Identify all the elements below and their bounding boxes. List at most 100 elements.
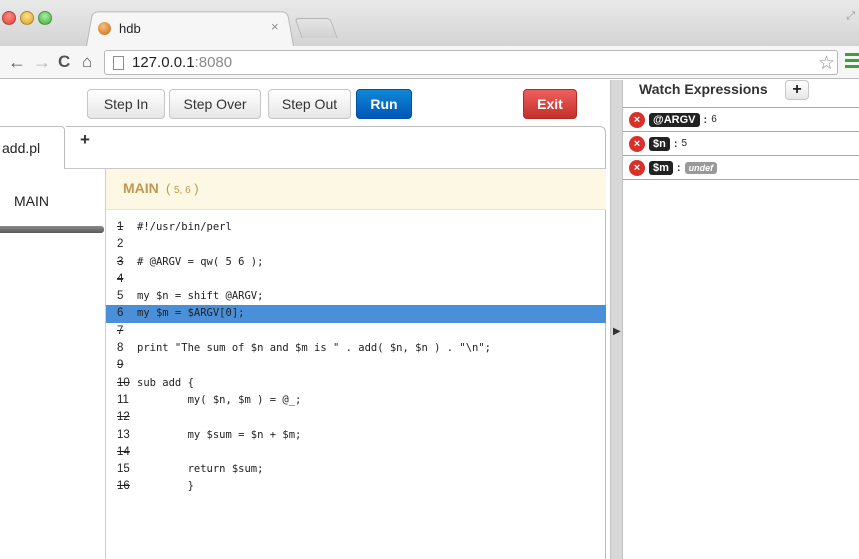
code-panel: MAIN ( 5, 6 ) 1 #!/usr/bin/perl 2 3 # @ARGV … (106, 169, 606, 559)
source-code: 1 #!/usr/bin/perl 2 3 # @ARGV = qw( 5 6 ); 4 5… (106, 219, 606, 496)
code-line[interactable]: 9 (106, 357, 606, 374)
step-in-button[interactable]: Step In (87, 89, 165, 119)
line-text: my $n = shift @ARGV; (137, 290, 264, 303)
exit-button[interactable]: Exit (523, 89, 577, 119)
stack-frame-main[interactable]: MAIN (14, 193, 49, 209)
stack-selection-bar (0, 226, 104, 233)
watch-panel: Watch Expressions + × @ARGV:6 × $n:5 × $m: und… (623, 80, 859, 559)
watch-expression-value: 6 (711, 114, 717, 125)
minimize-window-button[interactable] (20, 11, 34, 25)
watch-row: × $m: undef (623, 155, 859, 179)
code-line[interactable]: 11 my( $n, $m ) = @_; (106, 392, 606, 409)
watch-row: × $n:5 (623, 131, 859, 155)
chevron-right-icon[interactable]: ▶ (613, 326, 621, 337)
panel-splitter[interactable]: ▶ (610, 80, 623, 559)
code-line[interactable]: 8 print "The sum of $n and $m is " . add(… (106, 340, 606, 357)
line-number: 7 (117, 324, 124, 337)
arrow-left-icon[interactable]: ← (8, 50, 26, 74)
new-tab-button[interactable] (294, 18, 338, 38)
code-line[interactable]: 16 } (106, 478, 606, 495)
line-text: print "The sum of $n and $m is " . add( … (137, 342, 492, 355)
line-text: my $m = $ARGV[0]; (137, 307, 245, 320)
line-text: my $sum = $n + $m; (137, 428, 302, 441)
file-tabs-frame (66, 126, 606, 169)
file-tabs: add.pl + (0, 126, 606, 169)
remove-circle-icon[interactable]: × (629, 135, 645, 152)
page-icon (113, 55, 124, 70)
watch-expression-name: $m (649, 160, 673, 175)
url-host: 127.0.0.1 (132, 54, 195, 71)
watch-expression-name: @ARGV (649, 112, 700, 127)
code-line[interactable]: 7 (106, 323, 606, 340)
line-number: 10 (117, 376, 130, 389)
browser-toolbar: ← → C ⌂ 127.0.0.1:8080 ☆ (0, 46, 859, 79)
code-line[interactable]: 14 (106, 444, 606, 461)
hdb-app: Step In Step Over Step Out Run Exit add.… (0, 80, 859, 559)
watch-list-end (623, 179, 859, 180)
watch-title: Watch Expressions (639, 81, 768, 97)
frame-args-open: ( (166, 181, 171, 196)
line-text: # @ARGV = qw( 5 6 ); (137, 255, 264, 268)
code-line[interactable]: 4 (106, 271, 606, 288)
url-port: :8080 (194, 54, 233, 71)
watch-expression-value: 5 (681, 138, 688, 149)
favicon-icon (98, 21, 111, 35)
hamburger-icon[interactable] (845, 53, 859, 71)
add-watch-button[interactable]: + (785, 80, 809, 100)
frame-header: MAIN ( 5, 6 ) (106, 169, 606, 210)
add-file-tab-icon[interactable]: + (80, 130, 90, 150)
tab-close-icon[interactable]: × (271, 19, 279, 34)
line-text: sub add { (137, 376, 194, 389)
star-icon[interactable]: ☆ (818, 52, 835, 75)
line-text: return $sum; (137, 463, 264, 476)
line-text: #!/usr/bin/perl (137, 221, 232, 233)
file-tab-add-pl[interactable]: add.pl (0, 126, 65, 169)
browser-titlebar: hdb × ⤢ (0, 0, 859, 47)
line-number: 4 (117, 272, 124, 285)
remove-circle-icon[interactable]: × (629, 159, 645, 176)
watch-expression-value: undef (684, 161, 718, 174)
code-line[interactable]: 2 (106, 236, 606, 253)
browser-tab-content: hdb (98, 18, 288, 38)
code-line[interactable]: 10 sub add { (106, 375, 606, 392)
line-number[interactable]: 11 (117, 392, 137, 409)
fullscreen-icon[interactable]: ⤢ (846, 10, 855, 23)
watch-expression-name: $n (649, 136, 670, 151)
run-button[interactable]: Run (356, 89, 412, 119)
reload-icon[interactable]: C (58, 50, 70, 74)
watch-separator: : (676, 161, 681, 174)
frame-args-values: 5, 6 (173, 185, 191, 196)
line-number[interactable]: 5 (117, 288, 137, 305)
line-number[interactable]: 2 (117, 236, 137, 253)
code-line[interactable]: 3 # @ARGV = qw( 5 6 ); (106, 254, 606, 271)
browser-tab-title: hdb (119, 20, 141, 36)
line-text: } (137, 480, 194, 493)
line-number[interactable]: 13 (117, 427, 137, 444)
code-line[interactable]: 12 (106, 409, 606, 426)
line-number: 1 (117, 221, 124, 233)
line-number: 9 (117, 359, 124, 372)
line-number[interactable]: 8 (117, 340, 137, 357)
line-text: my( $n, $m ) = @_; (137, 393, 302, 406)
line-number[interactable]: 15 (117, 461, 137, 478)
current-code-line[interactable]: 6 my $m = $ARGV[0]; (106, 305, 606, 323)
close-window-button[interactable] (2, 11, 16, 25)
step-over-button[interactable]: Step Over (169, 89, 261, 119)
code-line[interactable]: 1 #!/usr/bin/perl (106, 219, 606, 236)
line-number[interactable]: 6 (117, 305, 137, 322)
remove-circle-icon[interactable]: × (629, 111, 645, 128)
code-line[interactable]: 5 my $n = shift @ARGV; (106, 288, 606, 305)
stack-panel: MAIN (0, 169, 106, 559)
arrow-right-icon[interactable]: → (33, 50, 51, 74)
address-bar[interactable]: 127.0.0.1:8080 ☆ (104, 50, 838, 75)
code-line[interactable]: 15 return $sum; (106, 461, 606, 478)
frame-args: ( 5, 6 ) (166, 181, 199, 196)
frame-args-close: ) (194, 181, 199, 196)
zoom-window-button[interactable] (38, 11, 52, 25)
watch-separator: : (673, 137, 678, 150)
line-number: 16 (117, 480, 130, 493)
step-out-button[interactable]: Step Out (268, 89, 351, 119)
home-icon[interactable]: ⌂ (82, 50, 92, 74)
line-number: 3 (117, 255, 124, 268)
code-line[interactable]: 13 my $sum = $n + $m; (106, 427, 606, 444)
